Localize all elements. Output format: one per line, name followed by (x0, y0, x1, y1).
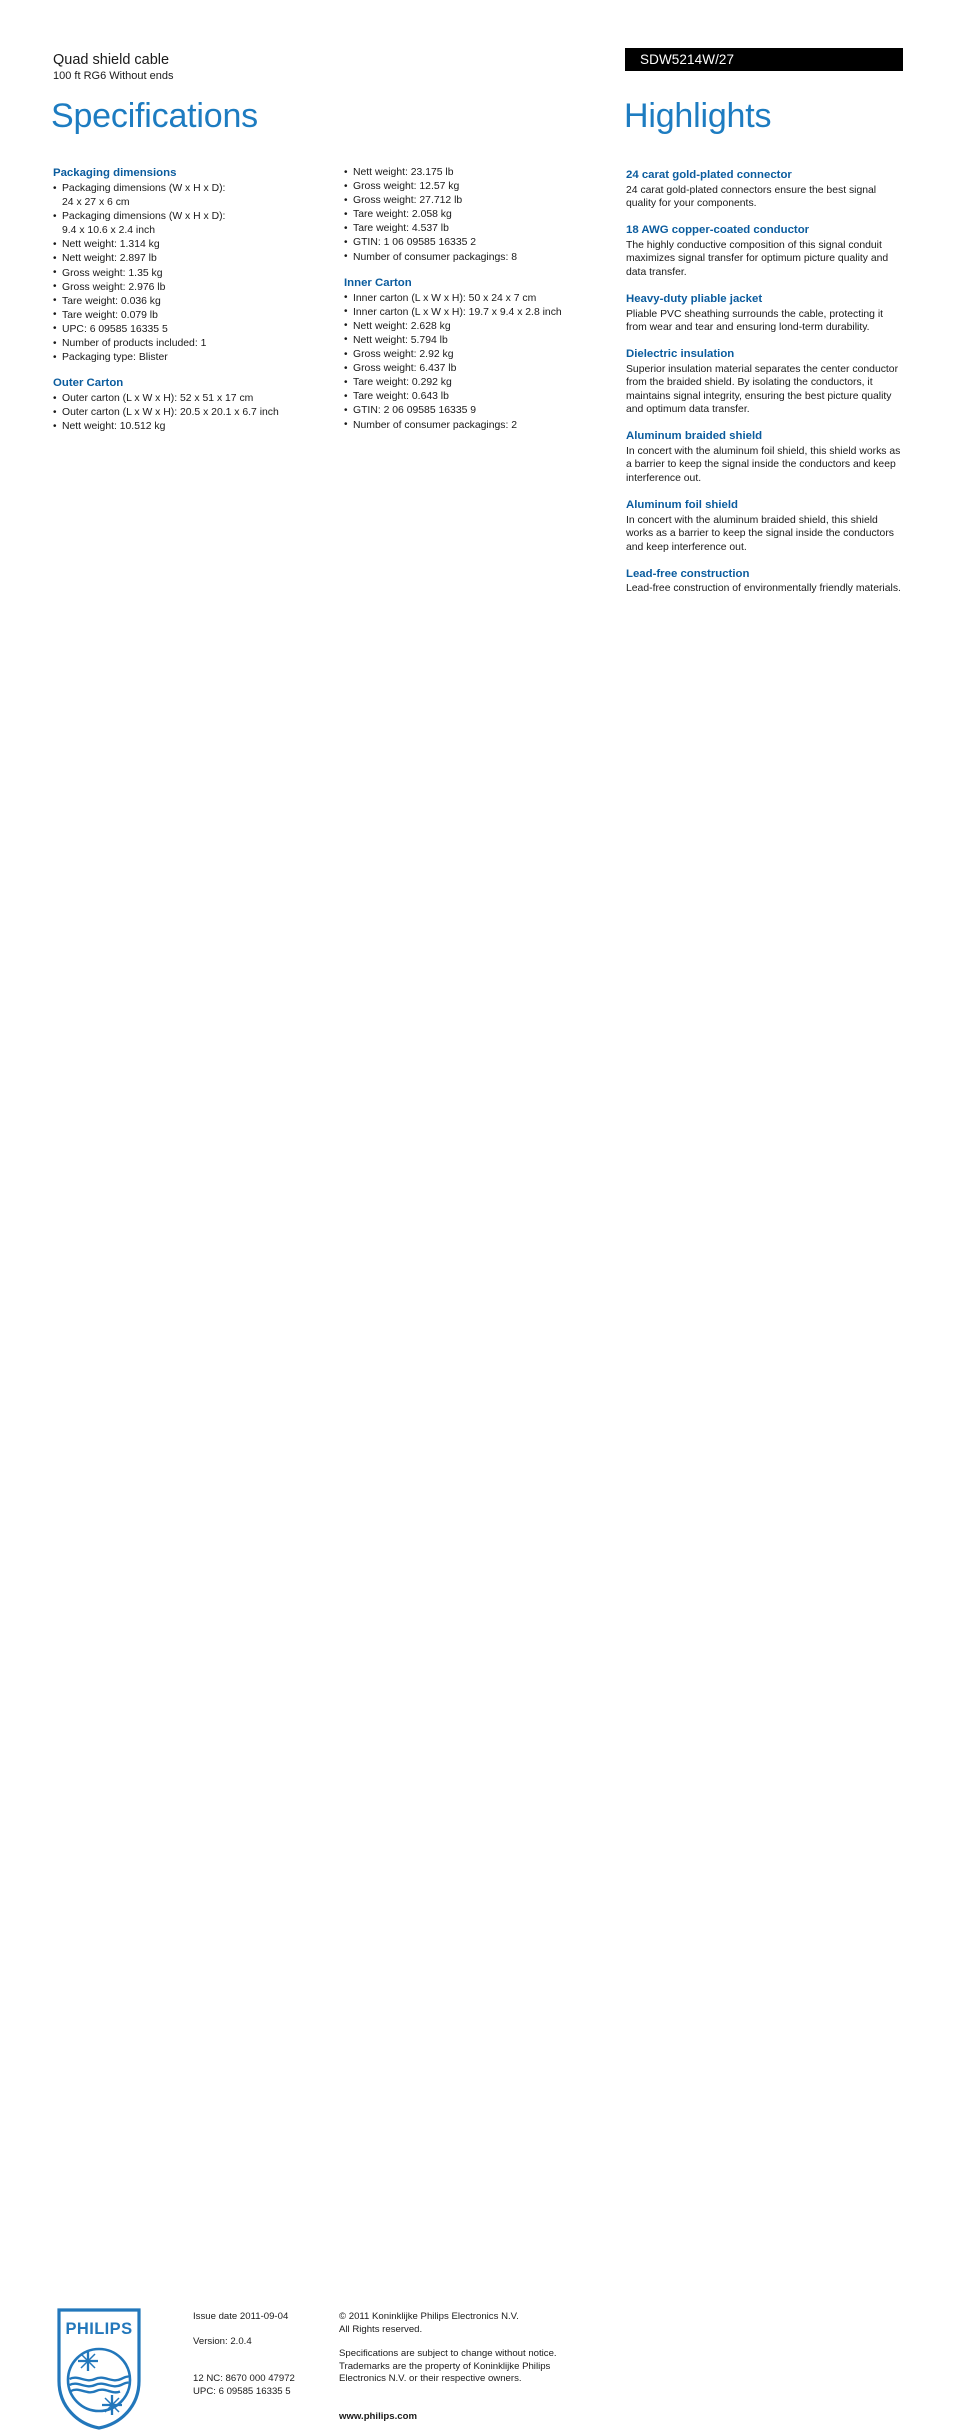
spec-group: Outer Carton Outer carton (L x W x H): 52… (53, 376, 333, 434)
spec-item: Gross weight: 2.92 kg (344, 348, 629, 362)
model-code: SDW5214W/27 (640, 52, 735, 67)
spec-item: Nett weight: 2.897 lb (53, 252, 333, 266)
spec-item-continuation: 9.4 x 10.6 x 2.4 inch (62, 225, 155, 237)
highlight-block: Dielectric insulation Superior insulation… (626, 347, 904, 416)
spec-item: Inner carton (L x W x H): 19.7 x 9.4 x 2… (344, 305, 629, 320)
highlight-title: Aluminum foil shield (626, 499, 739, 512)
spec-item: Tare weight: 0.079 lb (53, 308, 333, 323)
copyright-line-2: All Rights reserved. (339, 2323, 423, 2335)
highlight-body: In concert with the aluminum braided shi… (626, 514, 894, 553)
highlights-column: 24 carat gold-plated connector 24 carat g… (626, 168, 904, 596)
issue-date: Issue date 2011-09-04 (193, 2311, 289, 2322)
specifications-column-2: Nett weight: 23.175 lbGross weight: 12.5… (344, 165, 629, 433)
footer: PHILIPS Issue date 2011-09-04 Version: 2… (0, 1150, 954, 2430)
copyright-line-1: © 2011 Koninklijke Philips Electronics N… (339, 2311, 519, 2322)
highlight-title: Heavy-duty pliable jacket (626, 293, 763, 306)
spec-list: Nett weight: 23.175 lbGross weight: 12.5… (344, 165, 629, 265)
highlight-block: Lead-free construction Lead-free construc… (626, 567, 904, 596)
footer-meta-column: Issue date 2011-09-04 Version: 2.0.4 12 … (193, 2311, 323, 2398)
highlight-body: Pliable PVC sheathing surrounds the cabl… (626, 308, 884, 333)
footer-legal-column: © 2011 Koninklijke Philips Electronics N… (339, 2311, 609, 2424)
highlight-block: 24 carat gold-plated connector 24 carat g… (626, 168, 904, 210)
highlight-title: Dielectric insulation (626, 348, 735, 361)
spec-group-title: Outer Carton (53, 377, 124, 390)
spec-item: UPC: 6 09585 16335 5 (53, 322, 333, 337)
product-title-block: Quad shield cable 100 ft RG6 Without end… (53, 52, 473, 83)
product-subtitle: 100 ft RG6 Without ends (53, 70, 174, 82)
highlight-block: Heavy-duty pliable jacket Pliable PVC she… (626, 292, 904, 334)
spec-list: Outer carton (L x W x H): 52 x 51 x 17 c… (53, 392, 333, 434)
spec-list: Inner carton (L x W x H): 50 x 24 x 7 cm… (344, 291, 629, 433)
philips-website-link[interactable]: www.philips.com (339, 2411, 609, 2424)
highlight-body: Superior insulation material separates t… (626, 363, 899, 416)
spec-item: Number of consumer packagings: 8 (344, 250, 629, 265)
spec-item: Number of consumer packagings: 2 (344, 418, 629, 433)
spec-item: Inner carton (L x W x H): 50 x 24 x 7 cm (344, 291, 629, 306)
highlight-title: 18 AWG copper-coated conductor (626, 224, 810, 237)
spec-item: Tare weight: 0.036 kg (53, 294, 333, 309)
spec-item: Outer carton (L x W x H): 52 x 51 x 17 c… (53, 392, 333, 406)
disclaimer-line-2: Trademarks are the property of Koninklij… (339, 2360, 551, 2372)
spec-group-title: Inner Carton (344, 276, 412, 289)
philips-logo: PHILIPS (57, 2308, 141, 2430)
spec-item: Packaging type: Blister (53, 351, 333, 365)
spec-item: Gross weight: 1.35 kg (53, 266, 333, 281)
highlight-block: Aluminum foil shield In concert with the … (626, 498, 904, 554)
disclaimer-line-3: Electronics N.V. or their respective own… (339, 2373, 522, 2385)
highlight-body: 24 carat gold-plated connectors ensure t… (626, 184, 877, 209)
highlight-block: Aluminum braided shield In concert with t… (626, 429, 904, 485)
spec-item: Tare weight: 4.537 lb (344, 222, 629, 236)
spec-group: Packaging dimensions Packaging dimensions… (53, 166, 333, 365)
spec-item: Nett weight: 5.794 lb (344, 333, 629, 348)
spec-item: GTIN: 2 06 09585 16335 9 (344, 404, 629, 418)
highlights-heading: Highlights (624, 97, 772, 135)
model-code-bar: SDW5214W/27 (625, 48, 903, 71)
specifications-column-1: Packaging dimensions Packaging dimensions… (53, 166, 333, 435)
spec-item: Outer carton (L x W x H): 20.5 x 20.1 x … (53, 406, 333, 420)
spec-item: Tare weight: 2.058 kg (344, 208, 629, 222)
spec-item: Nett weight: 1.314 kg (53, 238, 333, 252)
spec-item: Tare weight: 0.643 lb (344, 390, 629, 404)
spec-group: Inner Carton Inner carton (L x W x H): 50… (344, 276, 629, 433)
spec-item: Packaging dimensions (W x H x D):9.4 x 1… (53, 210, 333, 238)
highlight-title: 24 carat gold-plated connector (626, 169, 792, 181)
spec-item: Gross weight: 6.437 lb (344, 362, 629, 376)
highlight-body: The highly conductive composition of thi… (626, 239, 889, 278)
spec-item: Nett weight: 23.175 lb (344, 165, 629, 180)
spec-group: Nett weight: 23.175 lbGross weight: 12.5… (344, 165, 629, 265)
spec-item: Gross weight: 12.57 kg (344, 180, 629, 194)
spec-item: Nett weight: 2.628 kg (344, 319, 629, 334)
spec-item: Number of products included: 1 (53, 337, 333, 351)
spec-item: Packaging dimensions (W x H x D):24 x 27… (53, 181, 333, 210)
highlight-body: In concert with the aluminum foil shield… (626, 445, 901, 484)
upc-code: UPC: 6 09585 16335 5 (193, 2385, 291, 2397)
spec-item: Tare weight: 0.292 kg (344, 376, 629, 390)
highlight-block: 18 AWG copper-coated conductor The highly… (626, 223, 904, 279)
spec-item: Gross weight: 2.976 lb (53, 280, 333, 295)
spec-item-continuation: 24 x 27 x 6 cm (62, 197, 130, 209)
philips-wordmark: PHILIPS (66, 2320, 133, 2338)
product-name: Quad shield cable (53, 52, 170, 68)
spec-group-title: Packaging dimensions (53, 167, 177, 179)
highlight-title: Aluminum braided shield (626, 430, 763, 443)
spec-item: GTIN: 1 06 09585 16335 2 (344, 236, 629, 250)
nc-code: 12 NC: 8670 000 47972 (193, 2373, 295, 2385)
disclaimer-line-1: Specifications are subject to change wit… (339, 2348, 557, 2360)
highlight-title: Lead-free construction (626, 567, 750, 580)
specifications-heading: Specifications (51, 97, 258, 135)
spec-list: Packaging dimensions (W x H x D):24 x 27… (53, 181, 333, 365)
spec-item: Nett weight: 10.512 kg (53, 420, 333, 434)
spec-item: Gross weight: 27.712 lb (344, 194, 629, 208)
version: Version: 2.0.4 (193, 2335, 252, 2347)
highlight-body: Lead-free construction of environmentall… (626, 583, 901, 595)
